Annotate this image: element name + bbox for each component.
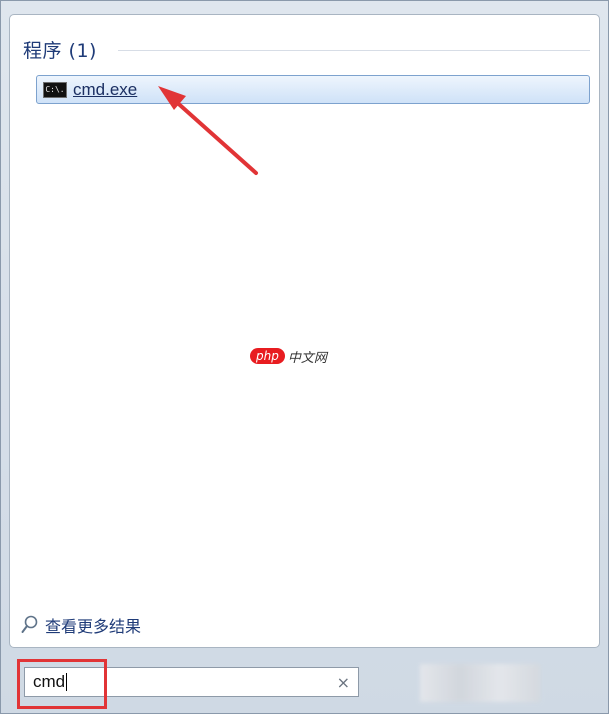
section-header: 程序 (1) [23, 37, 97, 62]
watermark: php 中文网 [250, 345, 327, 367]
command-prompt-icon: C:\. [43, 81, 67, 98]
watermark-text: 中文网 [287, 350, 327, 366]
clear-icon[interactable]: × [337, 673, 350, 692]
result-item-cmd[interactable]: C:\. cmd.exe [36, 75, 590, 104]
watermark-logo: php [250, 348, 285, 364]
annotation-highlight-box [17, 659, 107, 709]
see-more-results-link[interactable]: 查看更多结果 [21, 613, 141, 637]
search-icon [21, 615, 38, 633]
result-label[interactable]: cmd.exe [73, 80, 137, 100]
shutdown-button-blurred[interactable] [420, 664, 540, 702]
search-results-panel: 程序 (1) C:\. cmd.exe 查看更多结果 [9, 14, 600, 648]
see-more-results-label[interactable]: 查看更多结果 [45, 613, 141, 637]
section-title: 程序 (1) [23, 39, 97, 62]
section-divider [118, 50, 590, 51]
